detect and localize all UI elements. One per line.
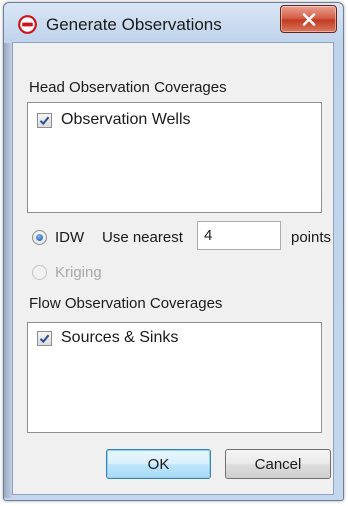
list-item-sources-sinks[interactable]: Sources & Sinks [37,327,178,349]
window-title: Generate Observations [46,15,222,34]
points-label: points [291,229,332,246]
dialog-window: Generate Observations Head Observation C… [3,2,344,501]
sources-sinks-checkbox[interactable] [37,330,52,346]
list-item-observation-wells[interactable]: Observation Wells [37,109,191,131]
kriging-label[interactable]: Kriging [55,264,102,281]
title-bar[interactable]: Generate Observations [4,3,343,39]
observation-wells-checkbox[interactable] [37,112,52,128]
kriging-radio[interactable] [32,265,47,280]
nearest-points-input[interactable] [197,221,281,250]
dialog-client-area: Head Observation Coverages Observation W… [12,42,334,495]
checkmark-icon [39,116,50,125]
observation-wells-label: Observation Wells [61,111,191,128]
sources-sinks-label: Sources & Sinks [61,329,179,346]
close-x-icon [302,13,316,26]
head-coverages-label: Head Observation Coverages [29,79,227,96]
checkmark-icon [39,334,50,343]
head-coverages-list[interactable]: Observation Wells [27,102,322,213]
flow-coverages-label: Flow Observation Coverages [29,295,223,312]
use-nearest-label: Use nearest [102,229,183,246]
close-button[interactable] [280,5,337,33]
no-entry-icon [18,15,37,34]
flow-coverages-list[interactable]: Sources & Sinks [27,322,322,433]
cancel-button[interactable]: Cancel [225,449,331,479]
ok-button[interactable]: OK [106,449,211,479]
idw-radio[interactable] [32,230,47,245]
idw-label[interactable]: IDW [55,229,84,246]
